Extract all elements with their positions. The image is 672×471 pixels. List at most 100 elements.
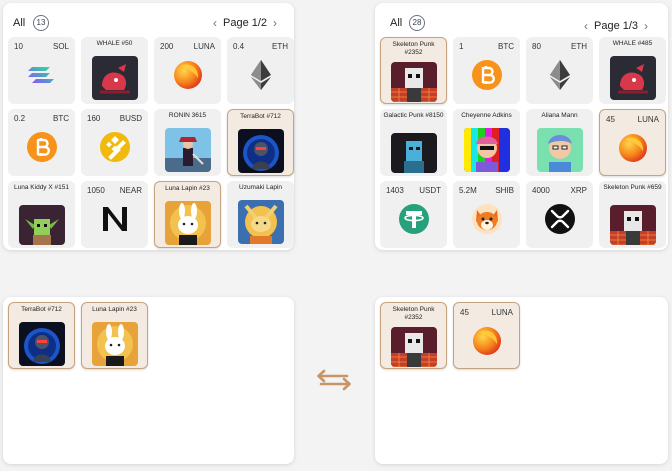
left-inventory-grid: 10 SOL WHALE #50 200 LUNA 0.4 ETH 0.2 BTC 160 BUSD… xyxy=(8,37,294,248)
bitcoin-icon xyxy=(470,58,504,92)
nft-card[interactable]: Luna Lapin #23 xyxy=(154,181,221,248)
solana-icon xyxy=(25,58,59,92)
left-inventory-header: All 13 ‹ Page 1/2 › xyxy=(3,3,294,41)
nft-card[interactable]: TerraBot #712 xyxy=(8,302,75,369)
coin-quantity: 160 xyxy=(87,114,101,123)
coin-quantity: 10 xyxy=(14,42,23,51)
nft-name: Skeleton Punk #659 xyxy=(603,184,662,191)
coin-symbol: NEAR xyxy=(119,186,142,195)
coin-card[interactable]: 10 SOL xyxy=(8,37,75,104)
coin-symbol: LUNA xyxy=(193,42,215,51)
coin-card[interactable]: 1050 NEAR xyxy=(81,181,148,248)
coin-symbol: LUNA xyxy=(637,115,659,124)
luna-lapin-nft-art xyxy=(91,322,138,366)
coin-quantity: 0.4 xyxy=(233,42,245,51)
skeleton-punk-nft-art xyxy=(390,62,437,102)
coin-card[interactable]: 4000 XRP xyxy=(526,181,593,248)
nft-name: TerraBot #712 xyxy=(21,306,62,313)
filter-all-tab[interactable]: All xyxy=(13,17,25,29)
swap-arrows-icon[interactable] xyxy=(315,369,353,391)
nft-card[interactable]: WHALE #485 xyxy=(599,37,666,104)
coin-symbol: BTC xyxy=(498,42,514,51)
coin-card[interactable]: 80 ETH xyxy=(526,37,593,104)
near-icon xyxy=(98,202,132,236)
coin-quantity: 45 xyxy=(460,308,469,317)
aliana-nft-art xyxy=(536,128,583,172)
nft-card[interactable]: WHALE #50 xyxy=(81,37,148,104)
next-page-icon[interactable]: › xyxy=(273,16,277,30)
coin-card[interactable]: 1 BTC xyxy=(453,37,520,104)
tether-icon xyxy=(397,202,431,236)
pagination: ‹ Page 1/3 › xyxy=(584,19,648,33)
nft-name: Luna Kiddy X #151 xyxy=(14,184,69,191)
right-offer-grid: Skeleton Punk #2352 45 LUNA xyxy=(380,302,666,369)
coin-symbol: BTC xyxy=(53,114,69,123)
coin-quantity: 200 xyxy=(160,42,174,51)
coin-quantity: 1 xyxy=(459,42,464,51)
coin-symbol: LUNA xyxy=(491,308,513,317)
coin-quantity: 1050 xyxy=(87,186,105,195)
page-indicator: Page 1/2 xyxy=(223,17,268,29)
terrabot-nft-art xyxy=(18,322,65,366)
shiba-icon xyxy=(470,202,504,236)
coin-card[interactable]: 5.2M SHIB xyxy=(453,181,520,248)
prev-page-icon[interactable]: ‹ xyxy=(213,16,217,30)
coin-card[interactable]: 1403 USDT xyxy=(380,181,447,248)
coin-card[interactable]: 200 LUNA xyxy=(154,37,221,104)
left-offer-panel: TerraBot #712 Luna Lapin #23 xyxy=(3,297,294,464)
prev-page-icon[interactable]: ‹ xyxy=(584,19,588,33)
coin-card[interactable]: 45 LUNA xyxy=(453,302,520,369)
nft-card[interactable]: Luna Kiddy X #151 xyxy=(8,181,75,248)
nft-name: Skeleton Punk #2352 xyxy=(392,41,435,56)
nft-card[interactable]: Skeleton Punk #659 xyxy=(599,181,666,248)
coin-card[interactable]: 0.4 ETH xyxy=(227,37,294,104)
nft-card[interactable]: Skeleton Punk #2352 xyxy=(380,302,447,369)
right-inventory-panel: All 28 ‹ Page 1/3 › Skeleton Punk #2352 1… xyxy=(375,3,668,250)
coin-symbol: XRP xyxy=(570,186,587,195)
nft-name: Luna Lapin #23 xyxy=(92,306,137,313)
galactic-punk-nft-art xyxy=(390,133,437,173)
uzumaki-lapin-nft-art xyxy=(237,200,284,244)
coin-symbol: SOL xyxy=(52,42,69,51)
nft-name: Cheyenne Adkins xyxy=(461,112,512,119)
nft-name: Skeleton Punk #2352 xyxy=(392,306,435,321)
left-inventory-panel: All 13 ‹ Page 1/2 › 10 SOL WHALE #50 200 LUN… xyxy=(3,3,294,250)
nft-card[interactable]: Uzumaki Lapin xyxy=(227,181,294,248)
luna-kiddy-nft-art xyxy=(18,205,65,245)
coin-symbol: ETH xyxy=(571,42,587,51)
skeleton-punk-nft-art xyxy=(390,327,437,367)
nft-card[interactable]: Galactic Punk #8150 xyxy=(380,109,447,176)
luna-icon xyxy=(616,131,650,165)
nft-card[interactable]: Aliana Mann xyxy=(526,109,593,176)
ronin-nft-art xyxy=(164,128,211,172)
coin-quantity: 80 xyxy=(532,42,541,51)
whale-nft-art xyxy=(609,56,656,100)
coin-symbol: SHIB xyxy=(495,186,514,195)
nft-name: WHALE #50 xyxy=(96,40,133,47)
nft-card[interactable]: TerraBot #712 xyxy=(227,109,294,176)
nft-name: TerraBot #712 xyxy=(240,113,281,120)
nft-card[interactable]: Skeleton Punk #2352 xyxy=(380,37,447,104)
nft-card[interactable]: RONIN 3615 xyxy=(154,109,221,176)
coin-symbol: USDT xyxy=(419,186,441,195)
nft-card[interactable]: Luna Lapin #23 xyxy=(81,302,148,369)
filter-all-tab[interactable]: All xyxy=(390,17,402,29)
skeleton-punk-nft-art xyxy=(609,205,656,245)
nft-name: RONIN 3615 xyxy=(168,112,207,119)
next-page-icon[interactable]: › xyxy=(644,19,648,33)
luna-lapin-nft-art xyxy=(164,201,211,245)
coin-symbol: BUSD xyxy=(119,114,142,123)
item-count-badge: 28 xyxy=(409,15,425,31)
luna-icon xyxy=(470,324,504,358)
nft-name: Aliana Mann xyxy=(541,112,578,119)
coin-card[interactable]: 0.2 BTC xyxy=(8,109,75,176)
nft-card[interactable]: Cheyenne Adkins xyxy=(453,109,520,176)
coin-card[interactable]: 45 LUNA xyxy=(599,109,666,176)
coin-card[interactable]: 160 BUSD xyxy=(81,109,148,176)
whale-nft-art xyxy=(91,56,138,100)
bitcoin-icon xyxy=(25,130,59,164)
right-inventory-header: All 28 ‹ Page 1/3 › xyxy=(375,3,668,41)
coin-quantity: 1403 xyxy=(386,186,404,195)
nft-name: Uzumaki Lapin xyxy=(239,184,282,191)
coin-quantity: 4000 xyxy=(532,186,550,195)
